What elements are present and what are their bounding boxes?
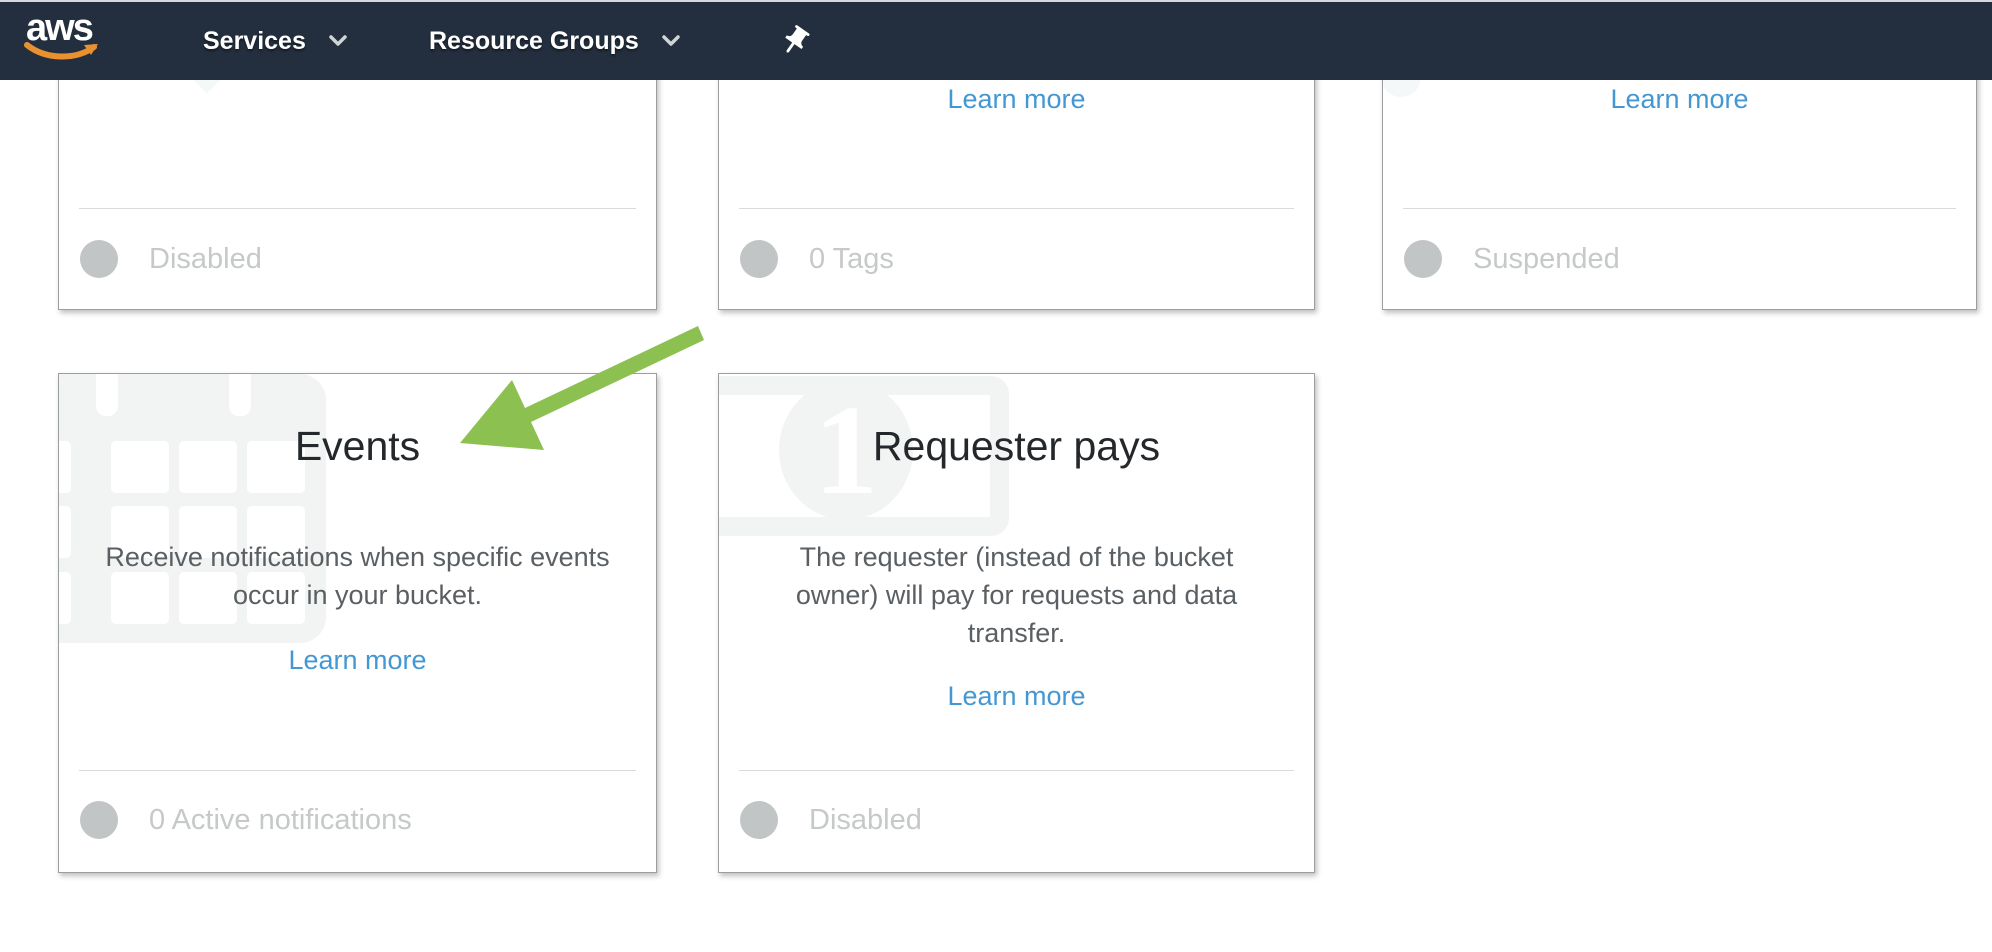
pushpin-icon[interactable] — [778, 24, 812, 58]
status-label: Suspended — [1473, 243, 1620, 276]
card-title: Events — [59, 423, 656, 470]
resource-groups-label: Resource Groups — [429, 27, 639, 56]
status-dot-icon — [1404, 240, 1442, 278]
status-label: Disabled — [809, 804, 922, 837]
card-divider — [79, 208, 636, 209]
nav-menu-resource-groups[interactable]: Resource Groups — [429, 2, 681, 80]
chevron-down-icon — [661, 34, 681, 48]
card-description: The requester (instead of the bucket own… — [719, 538, 1314, 652]
status-dot-icon — [80, 801, 118, 839]
calendar-tab-icon — [229, 374, 251, 416]
status-row: Suspended — [1404, 240, 1620, 278]
calendar-tab-icon — [96, 374, 118, 416]
card-requester-pays[interactable]: 1 Requester pays The requester (instead … — [718, 373, 1315, 873]
learn-more-link[interactable]: Learn more — [1383, 84, 1976, 115]
s3-bucket-properties-page: aws Services Resource Groups — [0, 0, 1992, 952]
status-dot-icon — [740, 801, 778, 839]
chevron-down-icon — [328, 34, 348, 48]
status-label: 0 Active notifications — [149, 804, 412, 837]
status-row: 0 Tags — [740, 240, 894, 278]
services-label: Services — [203, 27, 306, 56]
card-events[interactable]: Events Receive notifications when specif… — [58, 373, 657, 873]
status-label: 0 Tags — [809, 243, 894, 276]
learn-more-link[interactable]: Learn more — [59, 645, 656, 676]
status-dot-icon — [80, 240, 118, 278]
status-row: 0 Active notifications — [80, 801, 412, 839]
aws-logo-text: aws — [24, 10, 104, 46]
card-description: Receive notifications when specific even… — [59, 538, 656, 614]
window-top-edge — [0, 0, 1992, 2]
card-divider — [739, 208, 1294, 209]
card-divider — [739, 770, 1294, 771]
status-row: Disabled — [80, 240, 262, 278]
learn-more-link[interactable]: Learn more — [719, 84, 1314, 115]
aws-console-navbar: aws Services Resource Groups — [0, 2, 1992, 80]
aws-logo[interactable]: aws — [24, 10, 104, 64]
card-divider — [1403, 208, 1956, 209]
card-divider — [79, 770, 636, 771]
card-title: Requester pays — [719, 423, 1314, 470]
status-dot-icon — [740, 240, 778, 278]
learn-more-link[interactable]: Learn more — [719, 681, 1314, 712]
status-row: Disabled — [740, 801, 922, 839]
nav-menu-services[interactable]: Services — [203, 2, 348, 80]
status-label: Disabled — [149, 243, 262, 276]
